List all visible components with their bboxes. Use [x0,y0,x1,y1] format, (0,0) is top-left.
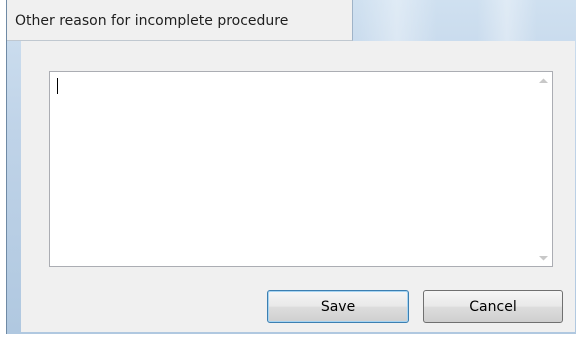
scroll-down-arrow-icon[interactable] [535,249,552,266]
text-caret [57,78,58,94]
title-bar[interactable]: Other reason for incomplete procedure [7,0,353,41]
save-button[interactable]: Save [267,290,409,323]
scroll-up-arrow-icon[interactable] [535,72,552,89]
dialog-client-area: Save Cancel [21,41,575,332]
reason-textarea[interactable] [49,71,553,267]
vertical-scrollbar[interactable] [535,72,552,266]
window-title: Other reason for incomplete procedure [15,13,289,29]
cancel-button[interactable]: Cancel [423,290,563,323]
desktop-background-bottom [6,334,576,345]
window-frame: Other reason for incomplete procedure Sa… [6,0,576,334]
